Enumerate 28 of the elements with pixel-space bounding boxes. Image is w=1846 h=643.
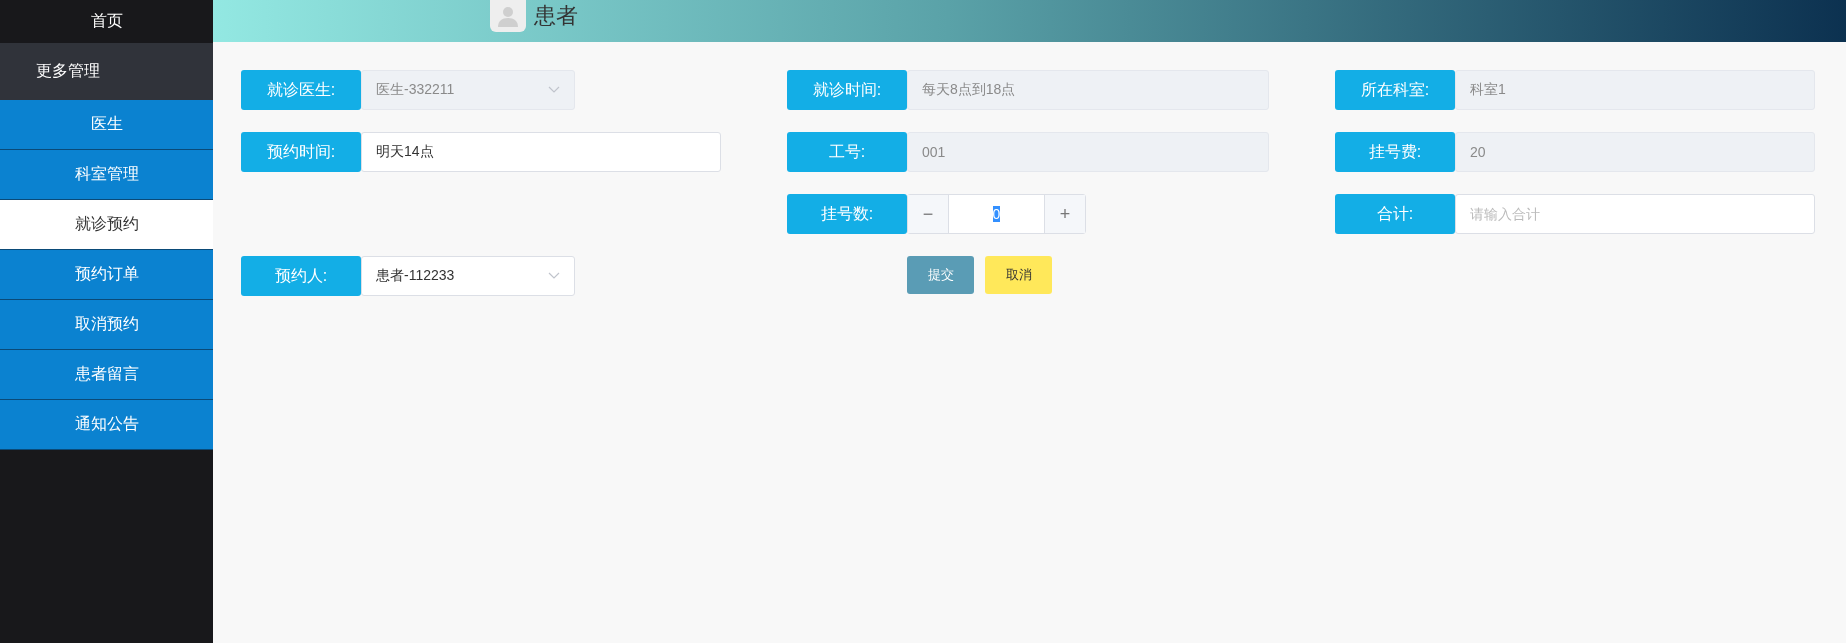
field-label: 就诊医生: [241, 70, 361, 110]
increment-button[interactable]: + [1045, 195, 1085, 233]
caret-icon [548, 272, 560, 280]
sidebar-item[interactable]: 医生 [0, 100, 213, 150]
input-field[interactable]: 明天14点 [361, 132, 721, 172]
field-label: 合计: [1335, 194, 1455, 234]
field-label: 所在科室: [1335, 70, 1455, 110]
sidebar-item[interactable]: 取消预约 [0, 300, 213, 350]
user-name: 患者 [534, 2, 578, 30]
avatar-icon [490, 0, 526, 32]
field-label: 挂号数: [787, 194, 907, 234]
input-field[interactable]: 请输入合计 [1455, 194, 1815, 234]
field-label: 预约人: [241, 256, 361, 296]
sidebar-item[interactable]: 就诊预约 [0, 200, 213, 250]
submit-button[interactable]: 提交 [907, 256, 974, 294]
field-label: 挂号费: [1335, 132, 1455, 172]
cancel-button[interactable]: 取消 [985, 256, 1052, 294]
sidebar-item[interactable]: 通知公告 [0, 400, 213, 450]
sidebar-item[interactable]: 科室管理 [0, 150, 213, 200]
decrement-button[interactable]: − [908, 195, 948, 233]
caret-icon [548, 86, 560, 94]
sidebar-item[interactable]: 更多管理 [0, 43, 213, 100]
sidebar-item[interactable]: 预约订单 [0, 250, 213, 300]
field-label: 预约时间: [241, 132, 361, 172]
sidebar-item[interactable]: 患者留言 [0, 350, 213, 400]
select-field[interactable]: 患者-112233 [361, 256, 575, 296]
field-label: 就诊时间: [787, 70, 907, 110]
field-label: 工号: [787, 132, 907, 172]
